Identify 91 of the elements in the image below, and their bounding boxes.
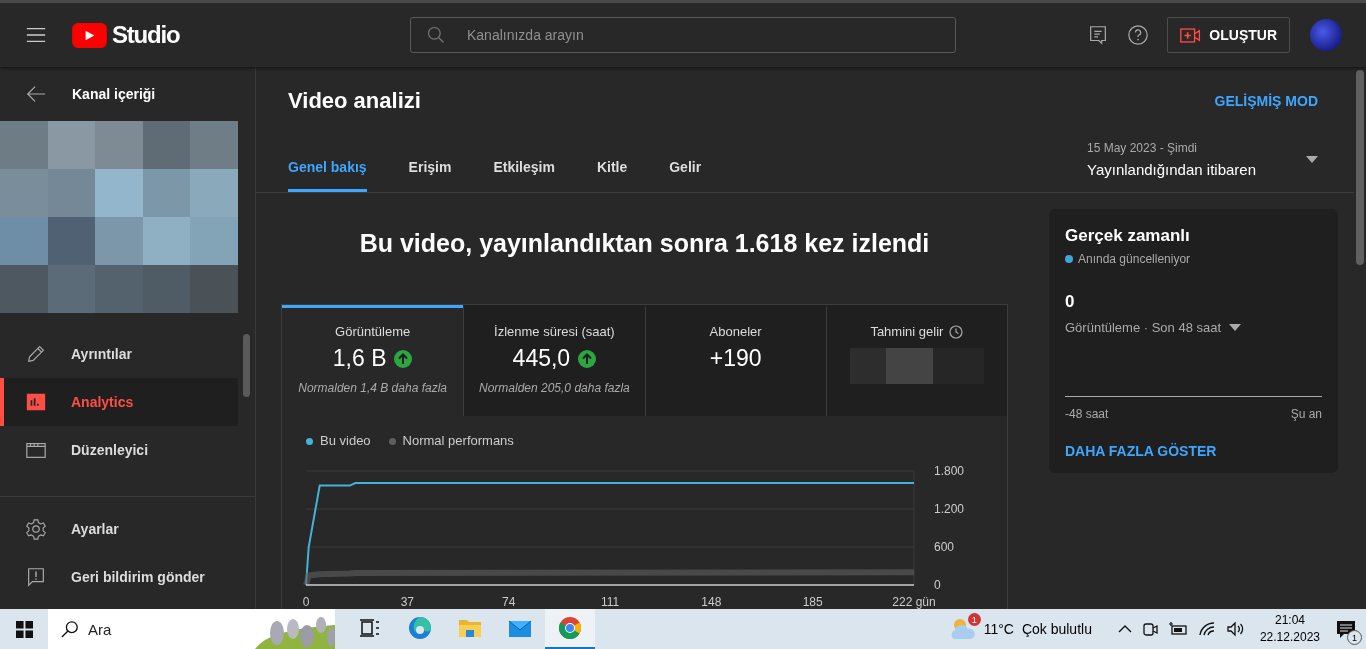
show-more-link[interactable]: DAHA FAZLA GÖSTER	[1065, 443, 1217, 459]
mail-icon[interactable]	[508, 618, 532, 638]
metric-label: Tahmini gelir	[870, 324, 944, 339]
edge-icon[interactable]	[408, 616, 432, 640]
task-view-icon[interactable]	[359, 618, 381, 638]
axis-tick-label: 1.800	[934, 464, 965, 478]
live-dot	[1065, 255, 1073, 263]
scrollbar[interactable]	[1356, 70, 1364, 265]
nav-item[interactable]: Ayrıntılar	[0, 330, 238, 378]
search-icon	[61, 620, 79, 638]
card-title: Gerçek zamanlı	[1065, 226, 1191, 246]
video-plus-icon	[1180, 27, 1202, 43]
chrome-icon[interactable]	[558, 616, 582, 640]
tab[interactable]: Erişim	[408, 135, 452, 192]
status-text: Anında güncelleniyor	[1078, 252, 1191, 266]
nav-item[interactable]: Düzenleyici	[0, 426, 238, 474]
metric-card[interactable]: Tahmini gelir	[825, 305, 1007, 416]
metric-note: Normalden 205,0 daha fazla	[479, 381, 630, 395]
date-range-text: 15 May 2023 - Şimdi	[1087, 141, 1199, 155]
tab[interactable]: Etkileşim	[493, 135, 555, 192]
clock-date: 22.12.2023	[1259, 629, 1320, 646]
metric-dropdown[interactable]: Görüntüleme · Son 48 saat	[1065, 320, 1242, 335]
metric-label: Görüntüleme	[335, 324, 411, 339]
tab[interactable]: Gelir	[669, 135, 702, 192]
taskbar-search-field[interactable]: Ara	[82, 614, 240, 644]
axis-tick-label: 600	[934, 540, 955, 554]
nav-item[interactable]: Analytics	[0, 378, 238, 426]
axis-tick-label: 222 gün	[892, 595, 936, 609]
search-icon	[426, 25, 446, 45]
search-field[interactable]: Kanalınızda arayın	[410, 17, 956, 53]
windows-icon	[15, 620, 33, 638]
metric-card[interactable]: Aboneler +190	[644, 305, 826, 416]
weather-condition: Çok bulutlu	[1021, 621, 1092, 637]
logo[interactable]: Studio	[72, 21, 180, 49]
settings-icon	[25, 518, 47, 540]
cloud-moon-icon	[949, 617, 976, 641]
notification-badge: 1	[1347, 630, 1362, 645]
axis-tick-label: 111	[600, 595, 620, 609]
realtime-value: 0	[1065, 292, 1076, 312]
metric-value: 1,6 B	[332, 345, 387, 372]
axis-tick-label: 0	[934, 578, 941, 592]
axis-tick-label: 185	[802, 595, 823, 609]
legend-label: Bu video	[320, 433, 371, 449]
nav-item[interactable]: Geri bildirim gönder	[0, 553, 255, 601]
notification-badge: 1	[967, 613, 981, 626]
avatar[interactable]	[1310, 19, 1342, 51]
speaker-icon[interactable]	[1225, 621, 1246, 637]
wifi-icon[interactable]	[1197, 621, 1216, 637]
taskbar-app[interactable]	[545, 609, 595, 649]
metric-label: Aboneler	[709, 324, 762, 339]
metric-value: +190	[709, 345, 762, 372]
axis-label: -48 saat	[1065, 407, 1109, 421]
analytics-icon	[25, 391, 47, 413]
clock-time: 21:04	[1274, 612, 1305, 629]
back-arrow-icon[interactable]	[25, 83, 47, 105]
axis-tick-label: 37	[400, 595, 414, 609]
scrollbar[interactable]	[243, 334, 250, 397]
metric-card[interactable]: İzlenme süresi (saat) 445,0 Normalden 205,0 daha fazla	[463, 305, 645, 416]
clock-icon	[949, 324, 964, 339]
battery-plug-icon[interactable]	[1167, 621, 1188, 637]
create-button[interactable]: OLUŞTUR	[1167, 17, 1290, 53]
tab[interactable]: Kitle	[596, 135, 628, 192]
play-logo-icon	[72, 22, 107, 48]
section-title: Kanal içeriği	[72, 86, 156, 102]
nav-item[interactable]: Ayarlar	[0, 505, 255, 553]
metric-value: 445,0	[512, 345, 571, 372]
axis-tick-label: 1.200	[934, 502, 965, 516]
page-title: Video analizi	[288, 88, 421, 114]
axis-tick-label: 0	[302, 595, 310, 609]
clock[interactable]: 21:04 22.12.2023	[1259, 612, 1320, 646]
caret-icon	[1306, 156, 1318, 163]
axis-tick-label: 74	[502, 595, 516, 609]
caret-icon	[1229, 324, 1242, 331]
date-range-selector[interactable]: 15 May 2023 - Şimdi Yayınlandığından itibaren	[1087, 135, 1318, 192]
feedback-icon	[25, 566, 47, 588]
chevron-up-icon[interactable]	[1117, 625, 1132, 633]
advanced-mode-link[interactable]: GELİŞMİŞ MOD	[1214, 93, 1318, 109]
tab[interactable]: Genel bakış	[288, 135, 367, 192]
axis-tick-label: 148	[701, 595, 722, 609]
help-icon[interactable]	[1127, 24, 1150, 46]
headline: Bu video, yayınlandıktan sonra 1.618 kez izlendi	[358, 228, 931, 259]
camera-icon[interactable]	[1141, 621, 1158, 637]
axis-label: Şu an	[1290, 407, 1322, 421]
metric-label: İzlenme süresi (saat)	[494, 324, 615, 339]
folder-icon[interactable]	[458, 617, 482, 639]
temperature: 11°C	[983, 621, 1014, 637]
pencil-icon	[25, 343, 47, 365]
logo-wordmark: Studio	[112, 21, 180, 49]
legend-label: Normal performans	[402, 433, 514, 449]
metric-note: Normalden 1,4 B daha fazla	[298, 381, 447, 395]
date-range-label: Yayınlandığından itibaren	[1087, 161, 1256, 178]
